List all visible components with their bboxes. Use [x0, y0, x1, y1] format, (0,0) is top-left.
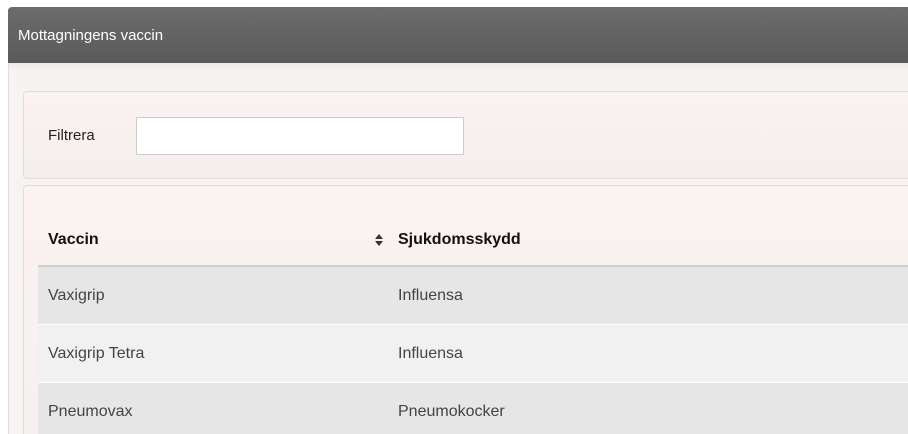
column-header-sjukdomsskydd[interactable]: Sjukdomsskydd: [388, 214, 908, 267]
vaccine-table: Vaccin Sjukdomsskydd Vaxigrip Influensa …: [38, 214, 908, 434]
table-header-row: Vaccin Sjukdomsskydd: [38, 214, 908, 267]
cell-sjukdomsskydd: Pneumokocker: [388, 382, 908, 434]
panel-body: Filtrera Vaccin Sjukdomsskydd Vaxigrip I…: [8, 63, 908, 434]
panel-header: Mottagningens vaccin: [8, 7, 908, 63]
cell-vaccin: Vaxigrip: [38, 266, 388, 325]
column-header-label: Sjukdomsskydd: [398, 230, 521, 248]
sort-up-down-icon[interactable]: [374, 233, 384, 247]
filter-section: Filtrera: [23, 91, 908, 179]
panel-title: Mottagningens vaccin: [18, 26, 164, 44]
column-header-label: Vaccin: [48, 230, 99, 248]
table-row[interactable]: Vaxigrip Tetra Influensa: [38, 324, 908, 383]
table-row[interactable]: Vaxigrip Influensa: [38, 266, 908, 325]
cell-sjukdomsskydd: Influensa: [388, 324, 908, 383]
cell-sjukdomsskydd: Influensa: [388, 266, 908, 325]
page: Mottagningens vaccin Filtrera Vaccin Sju…: [0, 0, 908, 434]
table-row[interactable]: Pneumovax Pneumokocker: [38, 382, 908, 434]
cell-vaccin: Vaxigrip Tetra: [38, 324, 388, 383]
cell-vaccin: Pneumovax: [38, 382, 388, 434]
column-header-vaccin[interactable]: Vaccin: [38, 214, 388, 267]
table-section: Vaccin Sjukdomsskydd Vaxigrip Influensa …: [23, 185, 908, 434]
filter-input[interactable]: [136, 117, 464, 155]
filter-label: Filtrera: [48, 127, 95, 144]
